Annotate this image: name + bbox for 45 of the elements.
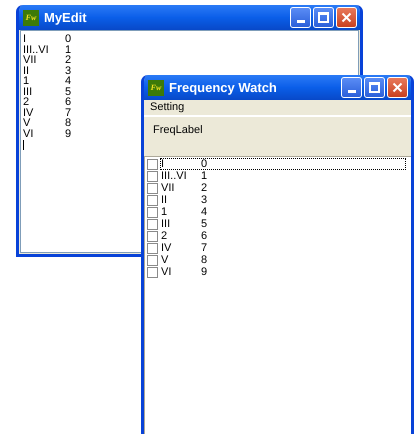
line-label: VII	[23, 55, 38, 66]
line-value: 0	[65, 34, 72, 44]
item-label: II	[161, 192, 168, 207]
line-value: 7	[65, 108, 72, 118]
item-label: III..VI	[161, 168, 188, 183]
line-label: III..VI	[23, 44, 50, 55]
item-value: 4	[201, 204, 208, 219]
line-value: 2	[65, 55, 72, 66]
line-label: II	[23, 66, 30, 76]
line-label: III	[23, 86, 34, 97]
line-value: 3	[65, 66, 72, 76]
item-label: III	[161, 216, 172, 231]
line-value: 1	[65, 44, 72, 55]
item-label: 2	[161, 228, 168, 243]
item-value: 2	[201, 180, 208, 195]
item-value: 0	[201, 156, 208, 171]
line-value: 4	[65, 76, 72, 86]
line-value: 9	[65, 128, 72, 139]
line-label: IV	[23, 108, 34, 118]
item-label: VI	[161, 264, 172, 280]
item-label: IV	[161, 240, 172, 255]
item-value: 7	[201, 240, 208, 255]
item-value: 5	[201, 216, 208, 231]
item-label: VII	[161, 180, 176, 196]
window-title: MyEdit	[44, 8, 88, 27]
app-icon: Fw	[23, 10, 39, 26]
app-icon: Fw	[148, 80, 164, 96]
line-label: 2	[23, 97, 30, 108]
line-label: I	[23, 34, 28, 44]
line-value: 8	[65, 118, 72, 128]
item-label: V	[161, 252, 170, 267]
window-title: Frequency Watch	[169, 78, 278, 97]
freq-label: FreqLabel	[153, 124, 203, 136]
item-value: 3	[201, 192, 208, 207]
item-value: 9	[201, 264, 208, 280]
line-label: 1	[23, 76, 30, 86]
line-label: V	[23, 118, 32, 128]
item-value: 6	[201, 228, 208, 243]
line-label: VI	[23, 128, 34, 139]
line-value: 6	[65, 97, 72, 108]
item-label: 1	[161, 204, 168, 220]
item-label: I	[161, 156, 166, 171]
item-value: 1	[201, 168, 208, 183]
item-value: 8	[201, 252, 208, 267]
line-value: 5	[65, 86, 72, 97]
